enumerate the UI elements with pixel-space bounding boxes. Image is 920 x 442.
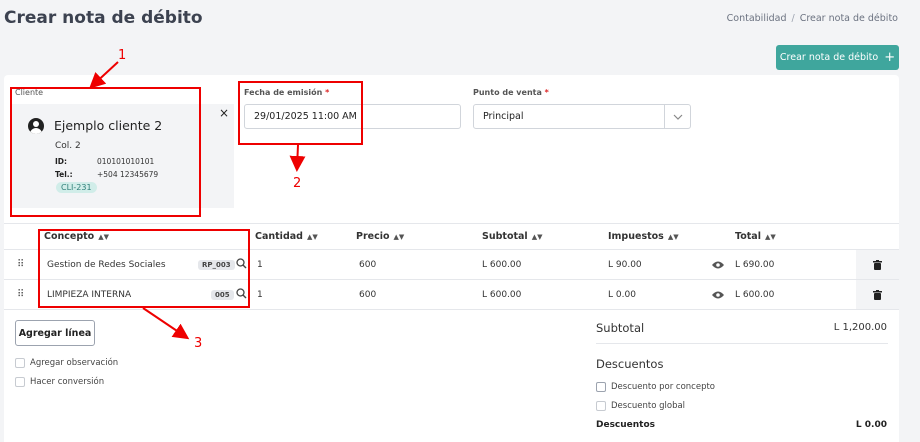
annotation-arrow-1 [89, 61, 119, 89]
annotation-arrows [89, 61, 306, 340]
annotation-arrow-2 [289, 144, 306, 172]
annotation-arrow-3 [142, 307, 190, 340]
